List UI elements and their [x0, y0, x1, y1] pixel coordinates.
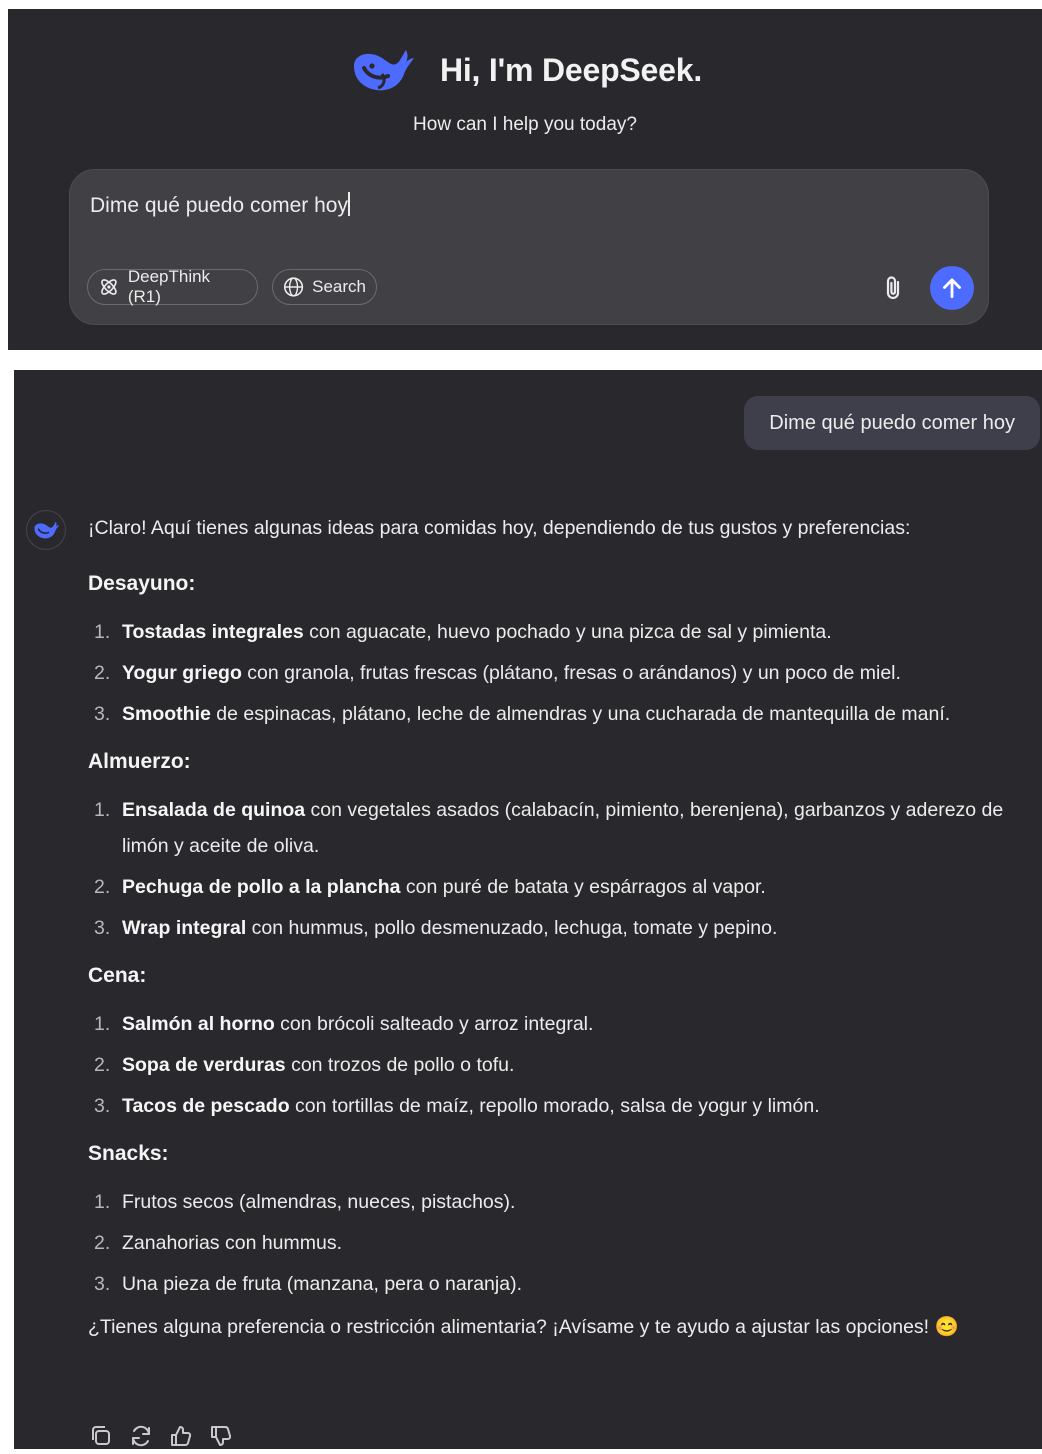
section-heading: Desayuno:: [88, 572, 196, 595]
search-label: Search: [312, 277, 366, 296]
list-item: 3. Wrap integral con hummus, pollo desmen…: [94, 917, 778, 939]
paperclip-icon[interactable]: [879, 273, 909, 303]
page-title: Hi, I'm DeepSeek.: [439, 51, 703, 88]
user-message-bubble: Dime qué puedo comer hoy: [744, 396, 1040, 450]
home-panel: Hi, I'm DeepSeek. How can I help you tod…: [8, 9, 1042, 350]
globe-icon: [283, 277, 304, 297]
deepseek-whale-icon: [348, 44, 416, 96]
meal-list: 1. Ensalada de quinoa con vegetales asado…: [88, 792, 1033, 946]
atom-icon: [101, 279, 117, 295]
section-heading: Snacks:: [88, 1142, 169, 1165]
text-caret: [347, 192, 350, 216]
page-subtitle: How can I help you today?: [413, 114, 637, 135]
section-heading: Cena:: [88, 964, 147, 987]
list-item: 1. Salmón al horno con brócoli salteado y…: [94, 1013, 594, 1035]
list-item: 2. Sopa de verduras con trozos de pollo o…: [94, 1054, 515, 1076]
section-heading: Almuerzo:: [88, 750, 191, 773]
list-item: 2. Pechuga de pollo a la plancha con puré…: [94, 876, 766, 898]
list-item: 2. Yogur griego con granola, frutas fresc…: [94, 662, 901, 684]
deepthink-label: DeepThink (R1): [127, 267, 211, 306]
list-item: 1. Tostadas integrales con aguacate, huev…: [94, 621, 832, 643]
list-item: 3. Tacos de pescado con tortillas de maíz…: [94, 1095, 820, 1117]
meal-list: 1. Salmón al horno con brócoli salteado y…: [88, 1006, 1033, 1124]
list-item: 1. Ensalada de quinoa con vegetales asado…: [94, 799, 1004, 857]
list-item: 3. Smoothie de espinacas, plátano, leche …: [94, 703, 951, 725]
deepseek-whale-icon: [34, 521, 60, 539]
meal-list: 1. Tostadas integrales con aguacate, huev…: [88, 614, 1033, 732]
deepthink-button[interactable]: DeepThink (R1): [87, 267, 258, 306]
arrow-up-icon: [943, 278, 961, 299]
chat-panel: Dime qué puedo comer hoy ¡Claro! Aquí ti…: [14, 370, 1042, 1449]
list-item: 1. Frutos secos (almendras, nueces, pista…: [94, 1191, 516, 1213]
chat-input-value: Dime qué puedo comer hoy: [90, 194, 348, 217]
copy-icon[interactable]: [88, 1423, 114, 1449]
answer-intro: ¡Claro! Aquí tienes algunas ideas para c…: [88, 517, 911, 539]
assistant-answer: ¡Claro! Aquí tienes algunas ideas para c…: [88, 515, 1033, 1340]
chat-input[interactable]: Dime qué puedo comer hoy: [90, 192, 350, 218]
thumbs-up-icon[interactable]: [168, 1423, 194, 1449]
message-actions: [88, 1423, 234, 1449]
hero-header: Hi, I'm DeepSeek.: [8, 44, 1042, 96]
list-item: 2. Zanahorias con hummus.: [94, 1232, 343, 1254]
search-button[interactable]: Search: [272, 269, 377, 305]
meal-list: 1. Frutos secos (almendras, nueces, pista…: [88, 1184, 1033, 1302]
chat-input-box[interactable]: Dime qué puedo comer hoy DeepThink (R1) …: [69, 169, 989, 325]
assistant-avatar: [26, 510, 66, 550]
list-item: 3. Una pieza de fruta (manzana, pera o na…: [94, 1273, 522, 1295]
send-button[interactable]: [930, 266, 974, 310]
thumbs-down-icon[interactable]: [208, 1423, 234, 1449]
answer-closing: ¿Tienes alguna preferencia o restricción…: [88, 1316, 959, 1338]
refresh-icon[interactable]: [128, 1423, 154, 1449]
